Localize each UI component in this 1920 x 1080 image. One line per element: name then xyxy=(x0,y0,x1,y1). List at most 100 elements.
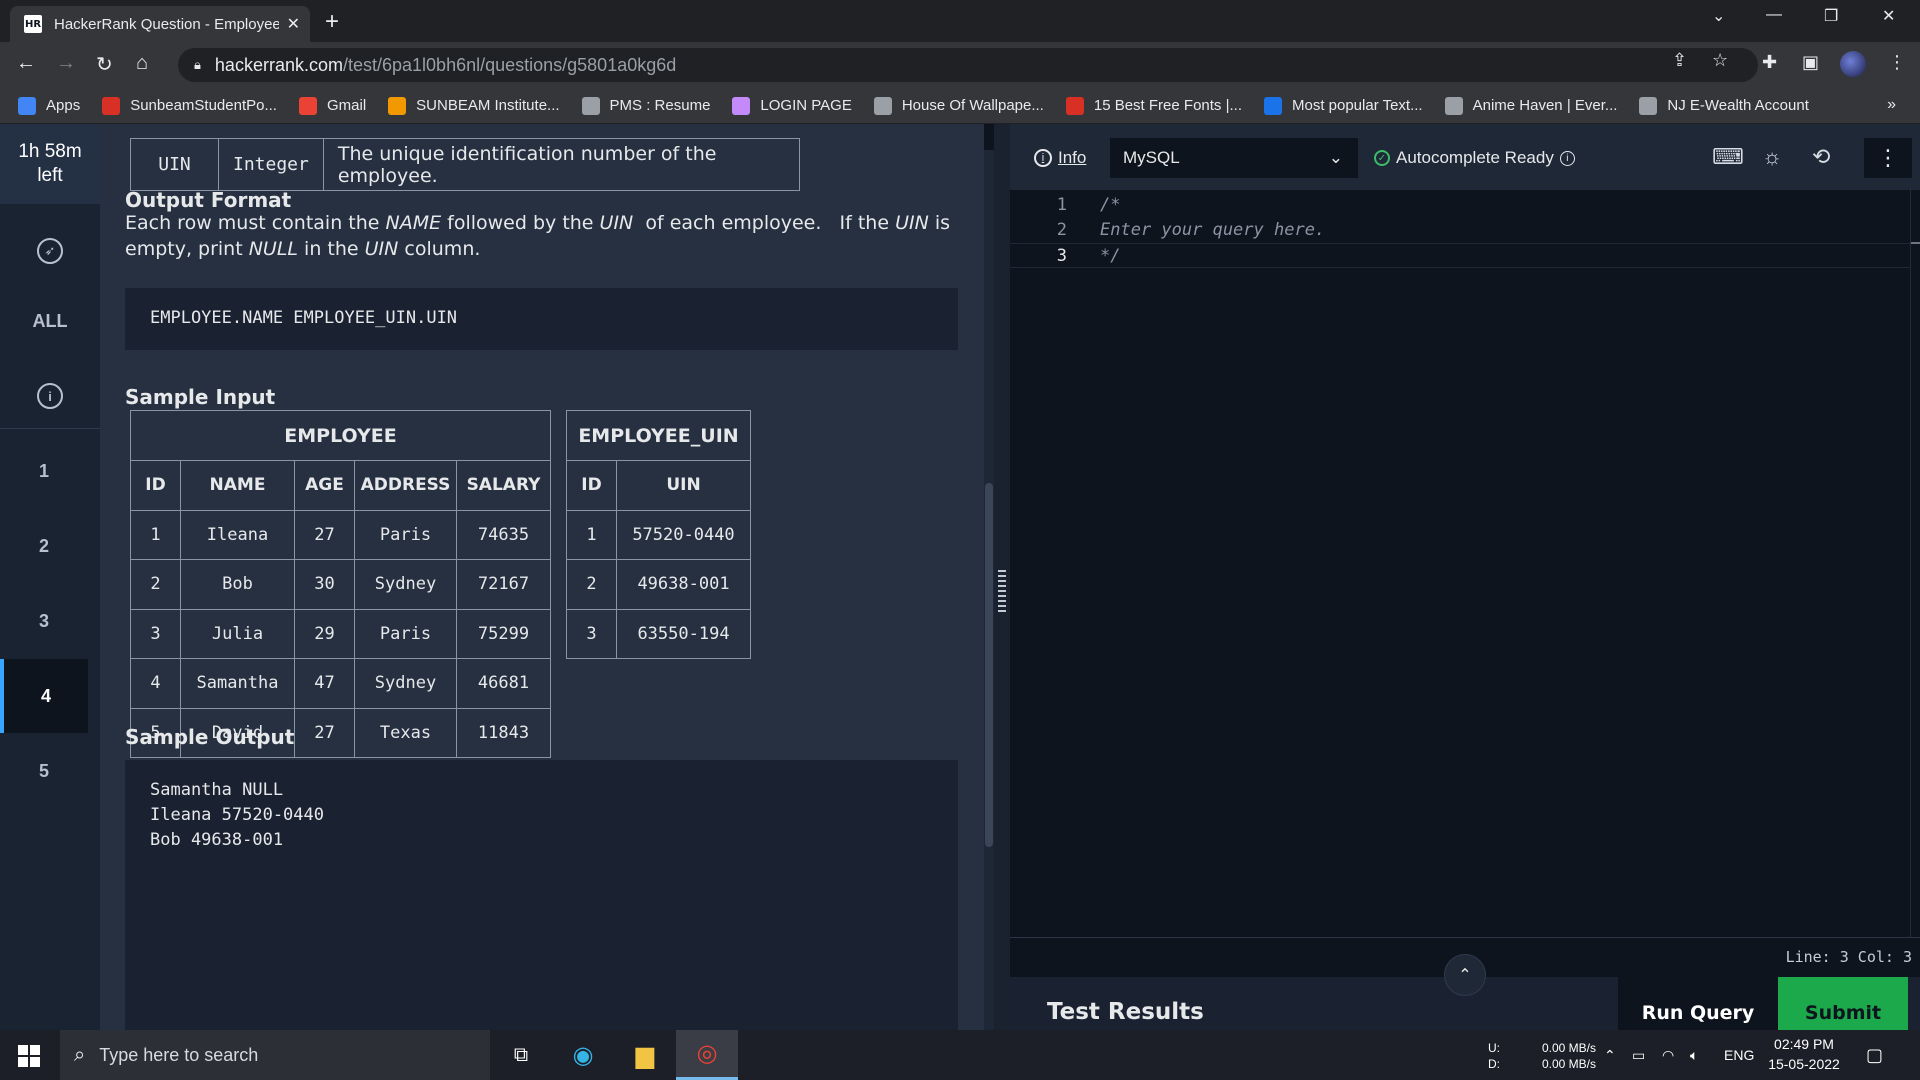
file-explorer-icon[interactable]: ▆ xyxy=(614,1030,676,1080)
timer-value: 1h 58m xyxy=(18,141,82,162)
code-line-current[interactable]: 3 */ xyxy=(1010,243,1910,268)
column-header: ADDRESS xyxy=(354,460,457,511)
code-line[interactable]: 2 Enter your query here. xyxy=(1010,218,1910,243)
code-editor[interactable]: 1 /* 2 Enter your query here. 3 */ xyxy=(1010,190,1910,937)
profile-avatar[interactable] xyxy=(1840,51,1866,77)
theme-sun-icon[interactable]: ☼ xyxy=(1762,144,1782,170)
scrollbar-thumb[interactable] xyxy=(985,483,993,847)
text-segment: of each employee. If the xyxy=(633,212,896,234)
history-icon[interactable]: ⟲ xyxy=(1812,144,1830,170)
test-results-title: Test Results xyxy=(1047,999,1204,1025)
bookmark-item[interactable]: 15 Best Free Fonts |... xyxy=(1065,96,1242,115)
browser-tab[interactable]: HR HackerRank Question - Employee ✕ xyxy=(10,6,310,42)
bookmark-item[interactable]: Most popular Text... xyxy=(1263,96,1423,115)
submit-button[interactable]: Submit xyxy=(1778,977,1908,1030)
back-icon[interactable]: ← xyxy=(16,52,36,75)
lock-icon[interactable]: 🔒︎ xyxy=(194,57,201,73)
edge-icon[interactable]: ◉ xyxy=(552,1030,614,1080)
table-row: 3 Julia 29 Paris 75299 xyxy=(130,608,551,659)
address-bar[interactable]: 🔒︎ hackerrank.com/test/6pa1l0bh6nl/quest… xyxy=(178,48,1758,82)
emphasis: UIN xyxy=(599,212,634,234)
tab-close-icon[interactable]: ✕ xyxy=(287,14,300,34)
question-3-button[interactable]: 3 xyxy=(0,584,88,658)
browser-menu-icon[interactable]: ⋮ xyxy=(1888,52,1906,73)
chrome-icon[interactable]: ◎ xyxy=(676,1030,738,1080)
code-text[interactable]: Enter your query here. xyxy=(1100,218,1325,243)
line-number: 3 xyxy=(1056,246,1067,266)
problem-scrollbar[interactable] xyxy=(984,150,994,1030)
bookmark-item[interactable]: NJ E-Wealth Account xyxy=(1639,96,1809,115)
question-1-button[interactable]: 1 xyxy=(0,434,88,508)
bookmark-item[interactable]: Anime Haven | Ever... xyxy=(1444,96,1618,115)
output-line: Samantha NULL xyxy=(150,780,284,800)
grip-icon[interactable] xyxy=(998,570,1006,614)
taskbar-search[interactable]: ⌕ Type here to search xyxy=(60,1030,490,1080)
compass-button[interactable]: ➶ xyxy=(0,214,100,288)
bookmarks-bar: Apps SunbeamStudentPo... Gmail SUNBEAM Inst… xyxy=(0,88,1920,124)
extensions-icon[interactable]: ✚ xyxy=(1762,52,1777,73)
table-caption: EMPLOYEE xyxy=(130,410,551,461)
task-view-icon[interactable]: ⧉ xyxy=(490,1030,552,1080)
run-query-button[interactable]: Run Query xyxy=(1618,977,1778,1030)
table-row: 1 57520-0440 xyxy=(566,509,751,560)
battery-icon[interactable]: ▭ xyxy=(1632,1030,1645,1080)
bookmark-item[interactable]: Apps xyxy=(18,96,80,115)
reload-icon[interactable]: ↻ xyxy=(96,52,113,77)
minimize-icon[interactable]: — xyxy=(1766,6,1782,24)
all-questions-button[interactable]: ALL xyxy=(0,284,100,358)
more-options-button[interactable]: ⋮ xyxy=(1864,138,1912,178)
bookmark-favicon-icon xyxy=(1444,96,1463,115)
windows-start-icon[interactable] xyxy=(18,1045,40,1067)
info-link[interactable]: i Info xyxy=(1034,148,1086,168)
text-segment: Each row must contain the xyxy=(125,212,386,234)
pane-resize-handle[interactable] xyxy=(994,124,1010,1030)
code-line[interactable]: 1 /* xyxy=(1010,193,1910,218)
text-segment: column. xyxy=(398,238,481,260)
question-5-button[interactable]: 5 xyxy=(0,734,88,808)
volume-icon[interactable]: 🔈︎ xyxy=(1690,1030,1698,1080)
notifications-icon[interactable]: ▢ xyxy=(1866,1030,1883,1080)
bookmark-item[interactable]: Gmail xyxy=(298,96,366,115)
question-number: 3 xyxy=(38,610,49,631)
autocomplete-status[interactable]: ✓ Autocomplete Ready i xyxy=(1374,148,1575,168)
restore-icon[interactable]: ❐ xyxy=(1824,6,1838,26)
question-rail: 1h 58m left ➶ ALL i 1 2 3 4 5 xyxy=(0,124,100,1030)
bookmark-item[interactable]: SUNBEAM Institute... xyxy=(388,96,560,115)
home-icon[interactable]: ⌂ xyxy=(136,52,148,75)
tray-chevron-icon[interactable]: ⌃ xyxy=(1604,1030,1616,1080)
share-icon[interactable]: ⇪ xyxy=(1672,50,1687,71)
bookmark-item[interactable]: House Of Wallpape... xyxy=(873,96,1044,115)
code-text[interactable]: /* xyxy=(1100,193,1120,218)
more-bookmarks-icon[interactable]: » xyxy=(1887,96,1896,114)
instructions-button[interactable]: i xyxy=(0,359,100,433)
clock[interactable]: 02:49 PM 15-05-2022 xyxy=(1764,1034,1844,1074)
bookmark-item[interactable]: PMS : Resume xyxy=(581,96,710,115)
output-line: Bob 49638-001 xyxy=(150,830,284,850)
question-4-button[interactable]: 4 xyxy=(0,659,88,733)
bookmark-label: Anime Haven | Ever... xyxy=(1472,97,1618,114)
compass-icon: ➶ xyxy=(37,238,63,264)
tab-search-icon[interactable]: ⌄ xyxy=(1712,6,1725,26)
url-host: hackerrank.com xyxy=(214,54,343,75)
question-2-button[interactable]: 2 xyxy=(0,509,88,583)
search-icon: ⌕ xyxy=(74,1043,86,1066)
wifi-icon[interactable]: ◠ xyxy=(1662,1030,1674,1080)
new-tab-icon[interactable]: + xyxy=(325,8,339,36)
close-window-icon[interactable]: ✕ xyxy=(1882,6,1895,26)
sample-input-heading: Sample Input xyxy=(125,385,276,409)
bookmark-item[interactable]: LOGIN PAGE xyxy=(732,96,852,115)
bookmark-favicon-icon xyxy=(388,96,407,115)
language-select[interactable]: MySQL ⌄ xyxy=(1110,138,1358,178)
tab-title: HackerRank Question - Employee xyxy=(54,15,279,33)
keyboard-icon[interactable]: ⌨ xyxy=(1712,144,1744,170)
input-language[interactable]: ENG xyxy=(1724,1030,1754,1080)
bookmark-item[interactable]: SunbeamStudentPo... xyxy=(102,96,277,115)
expand-results-button[interactable]: ⌃ xyxy=(1444,954,1486,996)
editor-scrollbar[interactable] xyxy=(1910,190,1920,937)
info-icon[interactable]: i xyxy=(1559,150,1575,166)
question-number: 1 xyxy=(38,460,49,481)
forward-icon[interactable]: → xyxy=(56,52,76,75)
bookmark-star-icon[interactable]: ☆ xyxy=(1712,50,1728,71)
side-panel-icon[interactable]: ▣ xyxy=(1802,52,1819,73)
code-text[interactable]: */ xyxy=(1100,244,1120,269)
